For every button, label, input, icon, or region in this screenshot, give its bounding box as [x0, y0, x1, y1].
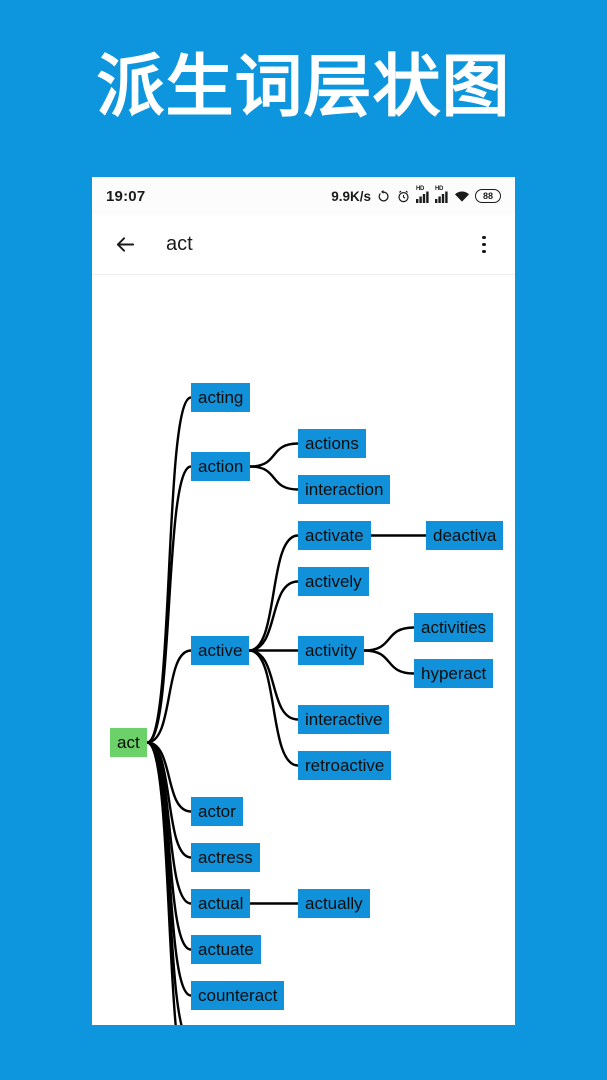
hd-label: HD: [416, 185, 425, 192]
tree-edge: [363, 626, 415, 652]
tree-node-actual[interactable]: actual: [191, 889, 251, 918]
app-bar-title: act: [166, 233, 193, 255]
banner: 派生词层状图: [0, 0, 607, 175]
back-arrow-icon[interactable]: [110, 230, 140, 260]
menu-dot: [482, 235, 486, 240]
tree-node-actively[interactable]: actively: [298, 567, 369, 596]
tree-node-actuate[interactable]: actuate: [191, 935, 261, 964]
tree-node-activities[interactable]: activities: [414, 613, 494, 642]
status-time: 19:07: [106, 187, 146, 205]
tree-node-deactivate[interactable]: deactiva: [426, 521, 504, 550]
derivation-tree-canvas[interactable]: act acting action actions interaction active a…: [92, 275, 515, 1025]
tree-edge: [248, 649, 299, 767]
tree-edge: [249, 442, 299, 468]
sync-icon: [376, 189, 391, 204]
tree-node-interactive[interactable]: interactive: [298, 705, 390, 734]
tree-node-counteract[interactable]: counteract: [191, 981, 285, 1010]
tree-edge: [146, 741, 183, 1025]
battery-icon: 88: [475, 189, 501, 203]
tree-node-actions[interactable]: actions: [298, 429, 366, 458]
tree-edge: [146, 649, 192, 744]
overflow-menu-icon[interactable]: [471, 230, 497, 260]
network-speed-label: 9.9K/s: [331, 188, 371, 204]
menu-dot: [482, 242, 486, 247]
tree-node-action[interactable]: action: [191, 452, 251, 481]
hd-label-2: HD: [435, 185, 444, 192]
tree-node-hyperactive[interactable]: hyperact: [414, 659, 494, 688]
tree-node-activate[interactable]: activate: [298, 521, 371, 550]
phone-screenshot-card: 19:07 9.9K/s HD HD 88 act act acting act…: [92, 177, 515, 1025]
tree-node-interaction[interactable]: interaction: [298, 475, 391, 504]
tree-node-activity[interactable]: activity: [298, 636, 364, 665]
tree-node-actress[interactable]: actress: [191, 843, 260, 872]
menu-dot: [482, 249, 486, 254]
tree-edge: [363, 649, 415, 675]
tree-node-retroactive[interactable]: retroactive: [298, 751, 392, 780]
signal-hd-1-icon: HD: [416, 186, 430, 203]
alarm-icon: [396, 189, 411, 204]
page-root: 派生词层状图 19:07 9.9K/s HD HD 88 act act act…: [0, 0, 607, 1080]
wifi-icon: [454, 190, 470, 203]
status-bar: 19:07 9.9K/s HD HD 88: [92, 177, 515, 215]
signal-hd-2-icon: HD: [435, 186, 449, 203]
tree-node-active[interactable]: active: [191, 636, 250, 665]
tree-node-actor[interactable]: actor: [191, 797, 243, 826]
page-title: 派生词层状图: [96, 47, 511, 127]
tree-edge: [249, 465, 299, 491]
tree-node-actually[interactable]: actually: [298, 889, 370, 918]
app-bar: act: [92, 215, 515, 275]
tree-edge: [248, 534, 299, 652]
battery-level-label: 88: [482, 191, 493, 201]
tree-node-act[interactable]: act: [110, 728, 147, 757]
status-icons: 9.9K/s HD HD 88: [331, 186, 501, 204]
tree-node-acting[interactable]: acting: [191, 383, 251, 412]
